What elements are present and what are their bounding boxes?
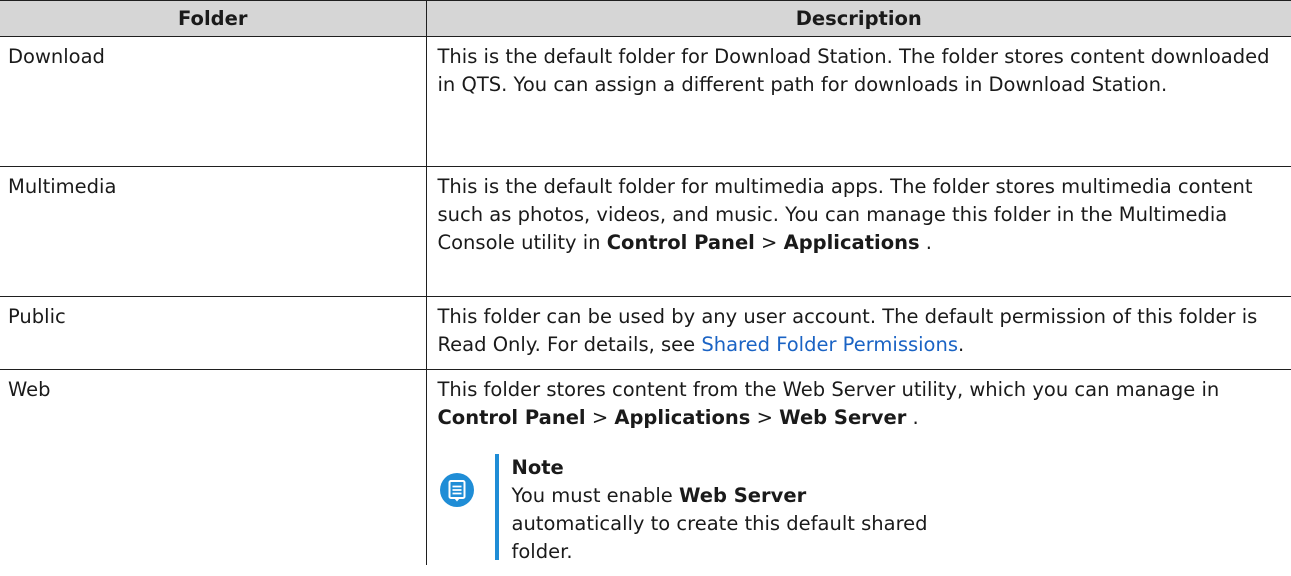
description-end: . — [958, 333, 965, 356]
table-row: Public This folder can be used by any us… — [0, 296, 1291, 370]
note-web-server: Web Server — [678, 484, 807, 507]
description-cell: This is the default folder for Download … — [425, 36, 1291, 167]
note-icon — [439, 473, 474, 507]
ui-path-applications: Applications — [783, 231, 920, 254]
note-text: You must enable — [511, 484, 679, 507]
path-separator: > — [585, 406, 615, 429]
header-description: Description — [425, 0, 1291, 37]
ui-path-control-panel: Control Panel — [606, 231, 755, 254]
table-row: Web This folder stores content from the … — [0, 369, 1291, 565]
ui-path-applications: Applications — [614, 406, 751, 429]
description-cell: This folder stores content from the Web … — [425, 369, 1291, 565]
description-cell: This folder can be used by any user acco… — [425, 296, 1291, 370]
path-separator: > — [754, 231, 784, 254]
note-accent-bar — [494, 454, 499, 560]
folder-cell: Public — [0, 296, 427, 370]
description-end: . — [919, 231, 933, 254]
folder-cell: Download — [0, 36, 427, 167]
shared-folder-permissions-link[interactable]: Shared Folder Permissions — [701, 333, 958, 356]
description-cell: This is the default folder for multimedi… — [425, 166, 1291, 297]
note-title: Note — [511, 456, 564, 479]
path-separator: > — [750, 406, 780, 429]
note-body: Note You must enable Web Server automati… — [512, 454, 932, 566]
ui-path-web-server: Web Server — [779, 406, 907, 429]
ui-path-control-panel: Control Panel — [437, 406, 586, 429]
description-text: This folder stores content from the Web … — [437, 378, 1220, 401]
table-row: Multimedia This is the default folder fo… — [0, 166, 1291, 297]
folder-cell: Multimedia — [0, 166, 427, 297]
table-row: Download This is the default folder for … — [0, 36, 1291, 167]
folder-cell: Web — [0, 369, 427, 565]
header-folder: Folder — [0, 0, 427, 37]
note-callout: Note You must enable Web Server automati… — [438, 450, 1283, 563]
table-header-row: Folder Description — [0, 0, 1291, 37]
shared-folders-table: Folder Description Download This is the … — [0, 0, 1291, 565]
note-text-end: automatically to create this default sha… — [511, 512, 928, 563]
description-end: . — [906, 406, 919, 429]
